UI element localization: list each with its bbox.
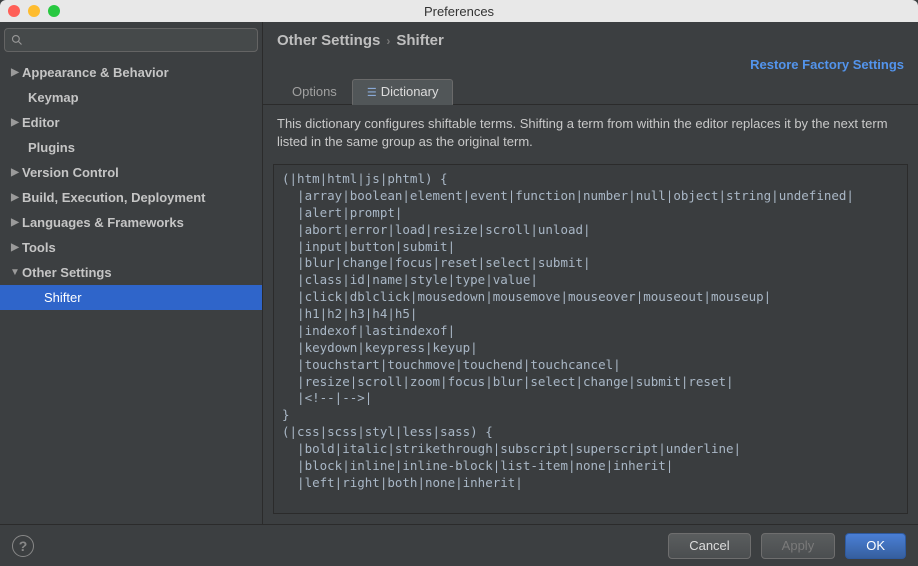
chevron-right-icon: ▶ xyxy=(8,67,22,78)
sidebar-item-tools[interactable]: ▶Tools xyxy=(0,235,262,260)
tabbar: Options ☰ Dictionary xyxy=(263,78,918,105)
chevron-right-icon: ▶ xyxy=(8,217,22,228)
chevron-right-icon: › xyxy=(386,34,390,48)
breadcrumb-parent[interactable]: Other Settings xyxy=(277,32,380,49)
footer: ? Cancel Apply OK xyxy=(0,524,918,566)
sidebar-item-label: Plugins xyxy=(28,140,75,155)
content-pane: Other Settings › Shifter Restore Factory… xyxy=(263,22,918,524)
search-input[interactable] xyxy=(4,28,258,52)
search-icon xyxy=(11,34,23,46)
sidebar-item-other-settings[interactable]: ▼Other Settings xyxy=(0,260,262,285)
chevron-right-icon: ▶ xyxy=(8,117,22,128)
window-title: Preferences xyxy=(424,4,494,19)
traffic-lights xyxy=(8,5,60,17)
sidebar-item-label: Version Control xyxy=(22,165,119,180)
chevron-right-icon: ▶ xyxy=(8,192,22,203)
cancel-button[interactable]: Cancel xyxy=(668,533,750,559)
sidebar-item-label: Keymap xyxy=(28,90,79,105)
sidebar-item-build[interactable]: ▶Build, Execution, Deployment xyxy=(0,185,262,210)
chevron-down-icon: ▼ xyxy=(8,267,22,278)
sidebar-item-shifter[interactable]: Shifter xyxy=(0,285,262,310)
sidebar-item-label: Appearance & Behavior xyxy=(22,65,169,80)
sidebar-item-appearance[interactable]: ▶Appearance & Behavior xyxy=(0,60,262,85)
sidebar-item-label: Shifter xyxy=(44,290,82,305)
dictionary-description: This dictionary configures shiftable ter… xyxy=(263,105,918,160)
sidebar-item-languages[interactable]: ▶Languages & Frameworks xyxy=(0,210,262,235)
close-window-button[interactable] xyxy=(8,5,20,17)
sidebar-item-label: Editor xyxy=(22,115,60,130)
zoom-window-button[interactable] xyxy=(48,5,60,17)
tab-options[interactable]: Options xyxy=(277,79,352,105)
sidebar-item-label: Other Settings xyxy=(22,265,112,280)
search-text-field[interactable] xyxy=(27,33,251,47)
dictionary-editor[interactable]: (|htm|html|js|phtml) { |array|boolean|el… xyxy=(273,164,908,514)
list-icon: ☰ xyxy=(367,87,377,99)
settings-tree: ▶Appearance & Behavior Keymap ▶Editor Pl… xyxy=(0,58,262,524)
chevron-right-icon: ▶ xyxy=(8,167,22,178)
sidebar-item-editor[interactable]: ▶Editor xyxy=(0,110,262,135)
sidebar-item-label: Languages & Frameworks xyxy=(22,215,184,230)
restore-factory-settings-link[interactable]: Restore Factory Settings xyxy=(263,57,918,78)
breadcrumb-current: Shifter xyxy=(396,32,444,49)
apply-button[interactable]: Apply xyxy=(761,533,836,559)
sidebar-item-label: Build, Execution, Deployment xyxy=(22,190,205,205)
sidebar-item-label: Tools xyxy=(22,240,56,255)
breadcrumb: Other Settings › Shifter xyxy=(263,22,918,57)
sidebar-item-plugins[interactable]: Plugins xyxy=(0,135,262,160)
sidebar: ▶Appearance & Behavior Keymap ▶Editor Pl… xyxy=(0,22,263,524)
chevron-right-icon: ▶ xyxy=(8,242,22,253)
help-button[interactable]: ? xyxy=(12,535,34,557)
sidebar-item-version-control[interactable]: ▶Version Control xyxy=(0,160,262,185)
tab-label: Dictionary xyxy=(381,84,439,99)
titlebar: Preferences xyxy=(0,0,918,22)
ok-button[interactable]: OK xyxy=(845,533,906,559)
sidebar-item-keymap[interactable]: Keymap xyxy=(0,85,262,110)
minimize-window-button[interactable] xyxy=(28,5,40,17)
tab-dictionary[interactable]: ☰ Dictionary xyxy=(352,79,454,105)
